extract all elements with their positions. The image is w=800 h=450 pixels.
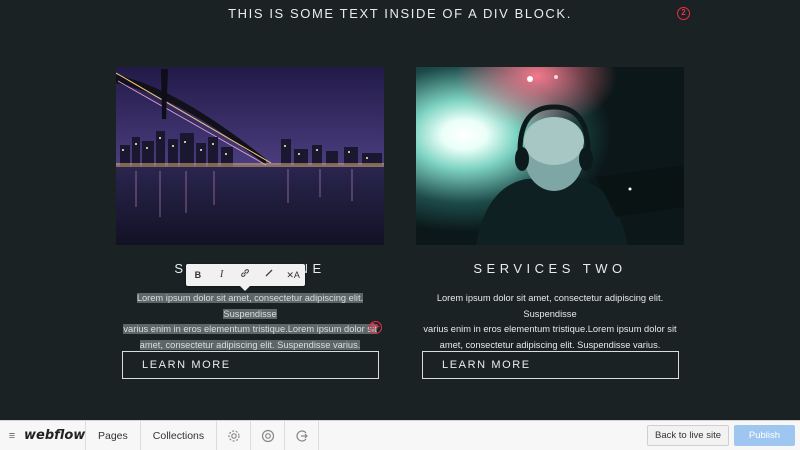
pages-tab[interactable]: Pages (86, 421, 141, 450)
card-body-text[interactable]: Lorem ipsum dolor sit amet, consectetur … (416, 291, 684, 350)
menu-icon[interactable]: ≡ (0, 421, 24, 450)
service-card-one: SERVICES ONE Lorem ipsum dolor sit amet,… (116, 67, 384, 379)
bottom-toolbar: ≡ webflow Pages Collections Back to live… (0, 420, 800, 450)
help-icon[interactable] (251, 421, 286, 450)
share-icon[interactable] (285, 421, 320, 450)
spelling-count-badge[interactable]: 9+ (369, 321, 382, 334)
selected-line-3: amet, consectetur adipiscing elit. Suspe… (139, 339, 361, 350)
designer-canvas: THIS IS SOME TEXT INSIDE OF A DIV BLOCK.… (0, 0, 800, 420)
gear-icon[interactable] (217, 421, 252, 450)
night-bridge-photo[interactable] (116, 67, 384, 245)
back-to-live-site-button[interactable]: Back to live site (647, 425, 729, 446)
body-line-1: Lorem ipsum dolor sit amet, consectetur … (436, 293, 664, 319)
selected-line-2: varius enim in eros elementum tristique.… (123, 324, 377, 334)
learn-more-button[interactable]: LEARN MORE (422, 351, 679, 379)
body-line-2: varius enim in eros elementum tristique.… (423, 324, 677, 334)
card-title[interactable]: SERVICES TWO (416, 261, 684, 277)
publish-button[interactable]: Publish (734, 425, 795, 446)
rich-text-toolbar: B I ✕A (186, 264, 305, 291)
bold-button[interactable]: B (186, 264, 210, 286)
learn-more-button[interactable]: LEARN MORE (122, 351, 379, 379)
collections-tab[interactable]: Collections (141, 421, 218, 450)
selected-line-1: Lorem ipsum dolor sit amet, consectetur … (136, 293, 364, 319)
toolbar-pointer (240, 286, 250, 291)
bar-actions: Back to live site Publish (647, 421, 800, 450)
brush-icon[interactable] (257, 264, 281, 286)
dj-headphones-photo[interactable] (416, 67, 684, 245)
italic-button[interactable]: I (210, 264, 234, 286)
service-card-two: SERVICES TWO Lorem ipsum dolor sit amet,… (416, 67, 684, 379)
card-body-text-selected[interactable]: Lorem ipsum dolor sit amet, consectetur … (116, 291, 384, 350)
link-icon[interactable] (234, 264, 258, 286)
body-line-3: amet, consectetur adipiscing elit. Suspe… (439, 339, 661, 350)
error-count-badge[interactable]: 2 (677, 7, 690, 20)
webflow-logo[interactable]: webflow (24, 421, 86, 450)
clear-format-button[interactable]: ✕A (281, 264, 305, 286)
